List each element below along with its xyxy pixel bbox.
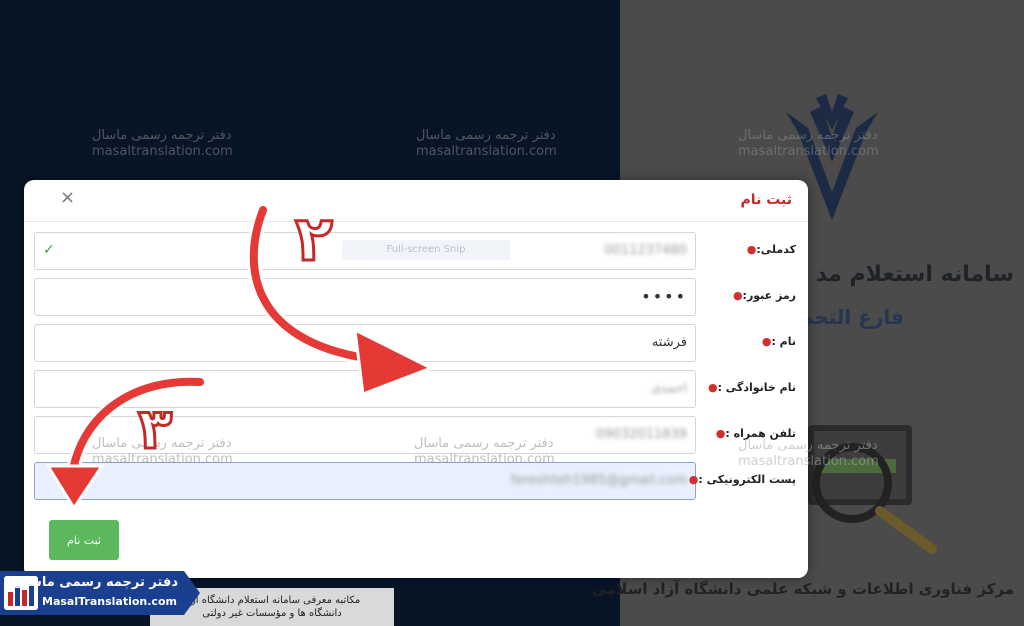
step2-arrow-icon: ۲	[246, 201, 435, 397]
watermark-name: دفتر ترجمه رسمی ماسال	[738, 438, 878, 453]
required-icon: ●	[688, 473, 699, 486]
brand-badge: دفتر ترجمه رسمی ماسال MasalTranslation.c…	[0, 571, 200, 615]
background-title-line1: سامانه استعلام مد	[815, 262, 1014, 287]
close-icon[interactable]: ×	[60, 188, 75, 208]
watermark-name: دفتر ترجمه رسمی ماسال	[414, 436, 554, 451]
watermark: دفتر ترجمه رسمی ماسال masaltranslation.c…	[738, 438, 879, 470]
modal-title: ثبت نام	[740, 192, 792, 208]
check-icon: ✓	[43, 242, 55, 258]
required-icon: ●	[746, 243, 757, 256]
watermark-name: دفتر ترجمه رسمی ماسال	[416, 128, 556, 143]
brand-name: دفتر ترجمه رسمی ماسال	[12, 575, 178, 590]
last-name-value: احمدی	[650, 381, 687, 396]
required-icon: ●	[707, 381, 718, 394]
step3-label: ۳	[138, 397, 172, 462]
mobile-value: 09032011839	[596, 427, 687, 442]
watermark: دفتر ترجمه رسمی ماسال masaltranslation.c…	[92, 128, 233, 160]
watermark-url: masaltranslation.com	[738, 454, 879, 469]
first-name-label: نام :●	[761, 335, 796, 348]
register-submit-button[interactable]: ثبت نام	[49, 520, 119, 560]
watermark-name: دفتر ترجمه رسمی ماسال	[92, 128, 232, 143]
national-code-value: 0011237480	[604, 243, 687, 258]
required-icon: ●	[761, 335, 772, 348]
email-value: fereshteh1985@gmail.com	[510, 473, 687, 488]
password-label: رمز عبور:●	[732, 289, 796, 302]
watermark: دفتر ترجمه رسمی ماسال masaltranslation.c…	[414, 436, 555, 468]
first-name-value: فرشته	[651, 335, 687, 350]
step2-label: ۲	[295, 202, 333, 275]
background-footer-text: مرکز فناوری اطلاعات و شبکه علمی دانشگاه …	[591, 580, 1014, 598]
last-name-label: نام خانوادگی :●	[707, 381, 796, 394]
email-label: پست الکترونیکی :●	[688, 473, 796, 486]
required-icon: ●	[732, 289, 743, 302]
watermark: دفتر ترجمه رسمی ماسال masaltranslation.c…	[416, 128, 557, 160]
watermark-url: masaltranslation.com	[414, 452, 555, 467]
watermark-url: masaltranslation.com	[738, 144, 879, 159]
watermark-url: masaltranslation.com	[92, 144, 233, 159]
brand-url: MasalTranslation.com	[42, 595, 177, 608]
laptop-magnifier-icon	[808, 425, 937, 554]
required-icon: ●	[715, 427, 726, 440]
watermark-url: masaltranslation.com	[416, 144, 557, 159]
step3-arrow-icon: ۳	[45, 374, 207, 511]
watermark-name: دفتر ترجمه رسمی ماسال	[738, 128, 878, 143]
password-value: ••••	[641, 287, 687, 306]
watermark: دفتر ترجمه رسمی ماسال masaltranslation.c…	[738, 128, 879, 160]
national-code-label: کدملی:●	[746, 243, 796, 256]
